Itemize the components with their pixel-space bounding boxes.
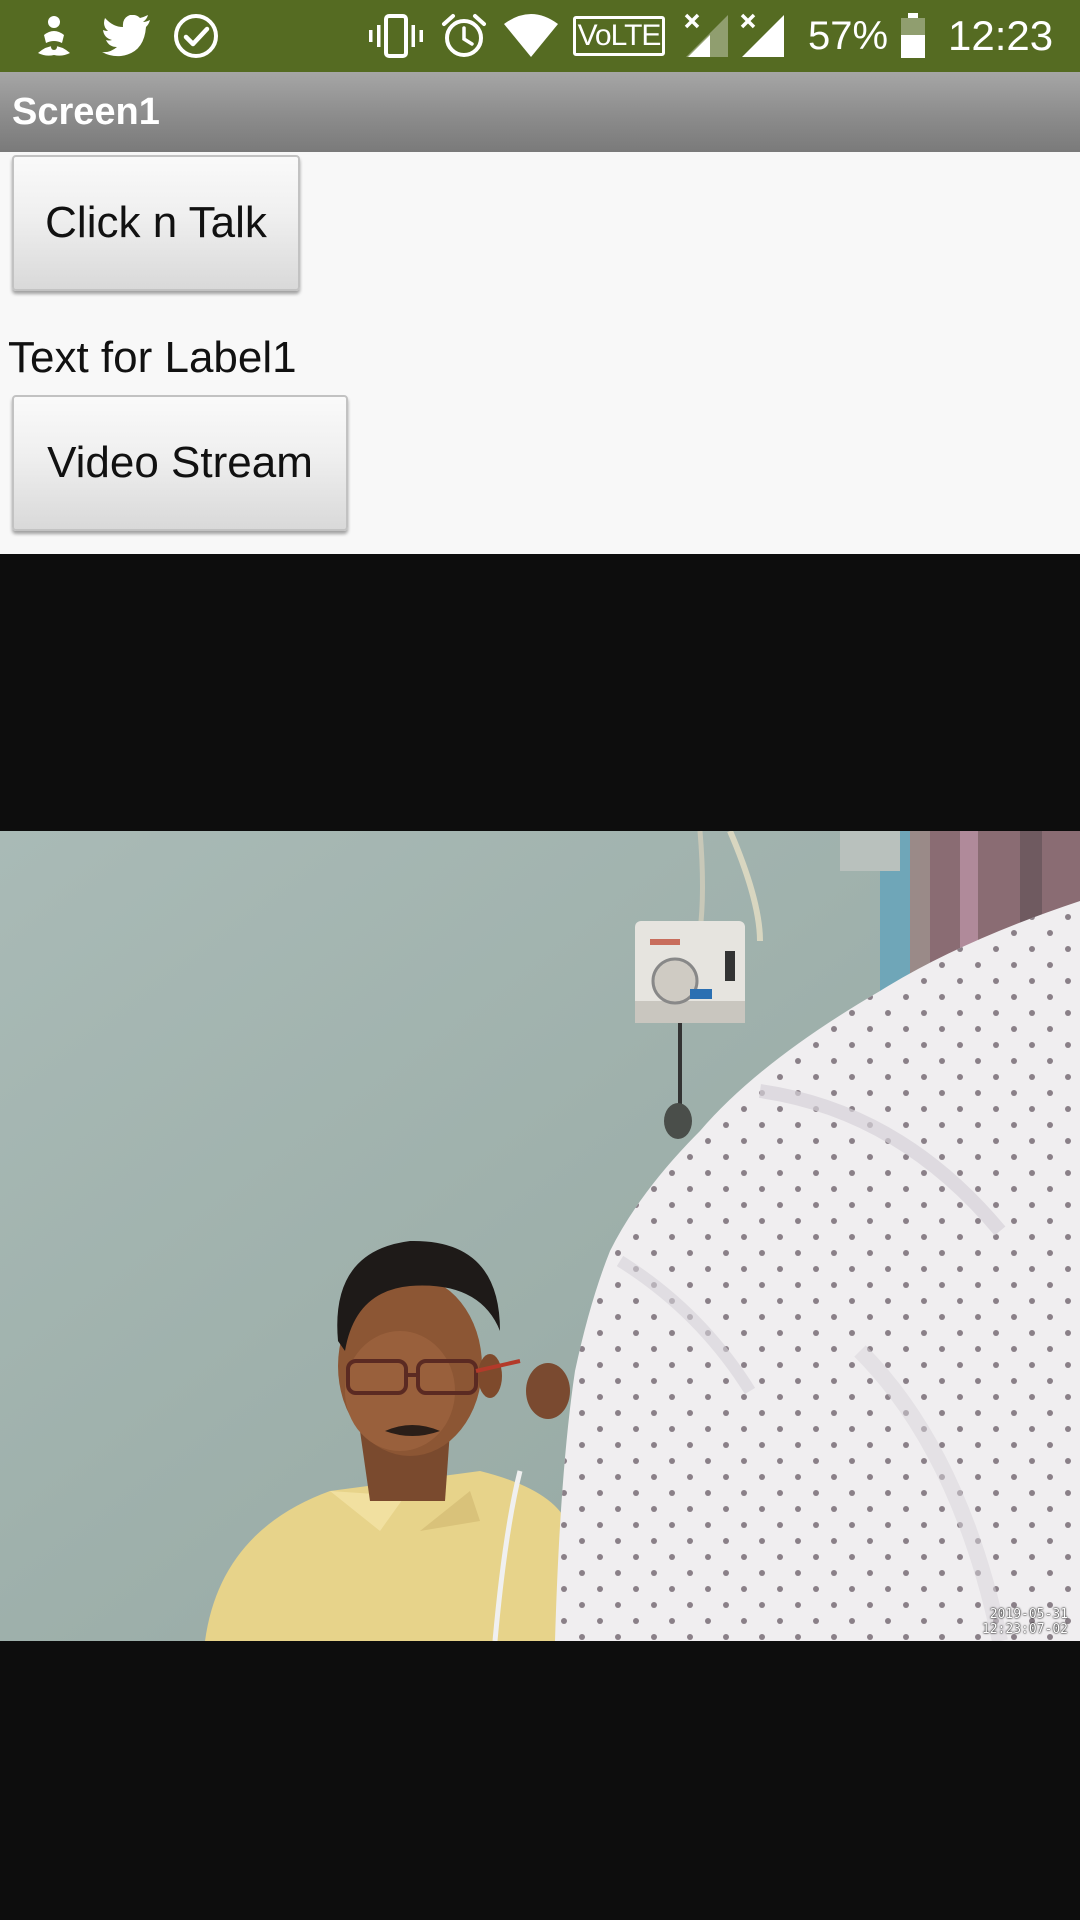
app-screen: VoLTE 57% 12:23 Screen1 Click n Talk Tex… [0, 0, 1080, 1920]
content-area: Click n Talk Text for Label1 Video Strea… [0, 152, 1080, 554]
video-timestamp-time: 12:23:07-02 [981, 1622, 1068, 1637]
video-image [0, 831, 1080, 1641]
battery-percent: 57% [808, 14, 889, 58]
twitter-icon [100, 12, 154, 60]
video-stream-button[interactable]: Video Stream [12, 395, 348, 531]
check-circle-icon [172, 12, 220, 60]
volte-icon: VoLTE [572, 12, 666, 60]
status-clock: 12:23 [948, 12, 1054, 59]
click-n-talk-button[interactable]: Click n Talk [12, 155, 300, 291]
video-timestamp: 2019-05-31 12:23:07-02 [982, 1607, 1068, 1637]
status-bar: VoLTE 57% 12:23 [0, 0, 1080, 72]
video-frame: 2019-05-31 12:23:07-02 [0, 831, 1080, 1641]
battery-icon [898, 12, 928, 60]
title-bar: Screen1 [0, 72, 1080, 152]
label1: Text for Label1 [8, 333, 297, 382]
screen-title: Screen1 [12, 91, 160, 133]
signal-icon-sim2 [740, 12, 786, 60]
wifi-icon [504, 12, 558, 60]
vibrate-icon [366, 12, 426, 60]
signal-icon-sim1 [684, 12, 730, 60]
alarm-icon [440, 12, 488, 60]
volte-label: VoLTE [572, 16, 666, 56]
video-timestamp-date: 2019-05-31 [989, 1607, 1068, 1622]
video-player[interactable]: 2019-05-31 12:23:07-02 [0, 554, 1080, 1920]
app-notification-icon [30, 12, 78, 60]
